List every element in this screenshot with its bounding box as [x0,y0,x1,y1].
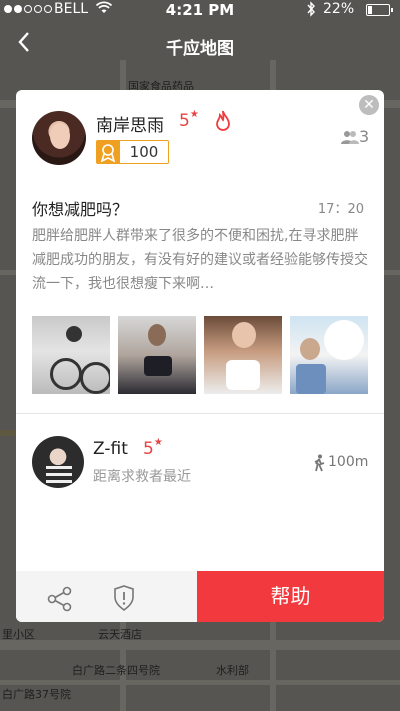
group-icon [341,131,359,144]
photo-thumbnail[interactable] [204,316,282,394]
fire-icon [216,110,230,131]
poster-level: 5★ [179,109,199,131]
walk-icon [314,454,325,472]
photo-thumbnail[interactable] [32,316,110,394]
status-bar: BELL 4:21 PM 22% [0,0,400,20]
helper-level: 5★ [143,437,163,459]
medal-icon [96,140,120,164]
helper-name: Z-fit [93,439,128,459]
battery-percent: 22% [323,1,355,17]
help-request-card: ✕ 南岸思雨 5★ 100 3 你想减肥吗？ 17：20 肥胖给肥胖人群带来了很… [16,90,384,622]
post-title: 你想减肥吗？ [32,200,129,219]
badge-score: 100 [120,140,169,164]
share-icon [47,586,72,612]
divider [16,413,384,414]
helper-avatar[interactable] [32,436,84,488]
post-body: 肥胖给肥胖人群带来了很多的不便和困扰,在寻求肥胖减肥成功的朋友，有没有好的建议或… [32,228,368,292]
post-time: 17：20 [317,202,364,217]
bluetooth-icon [306,1,316,21]
photo-thumbnail[interactable] [118,316,196,394]
close-button[interactable]: ✕ [359,95,379,115]
nav-bar: 千应地图 [0,22,400,68]
page-title: 千应地图 [166,39,234,59]
battery-icon [366,4,393,16]
poster-name: 南岸思雨 [96,116,164,136]
photo-thumbnail[interactable] [290,316,368,394]
group-count: 3 [359,127,370,146]
report-shield-icon [114,585,134,612]
card-footer: 帮助 [16,571,384,622]
helper-distance: 100m [328,454,369,470]
close-icon: ✕ [363,97,375,113]
helper-description: 距离求救者最近 [93,469,191,485]
share-button[interactable] [47,586,73,612]
help-button[interactable]: 帮助 [197,571,384,622]
photo-gallery [32,316,384,394]
report-button[interactable] [113,585,135,612]
poster-avatar[interactable] [32,111,86,165]
